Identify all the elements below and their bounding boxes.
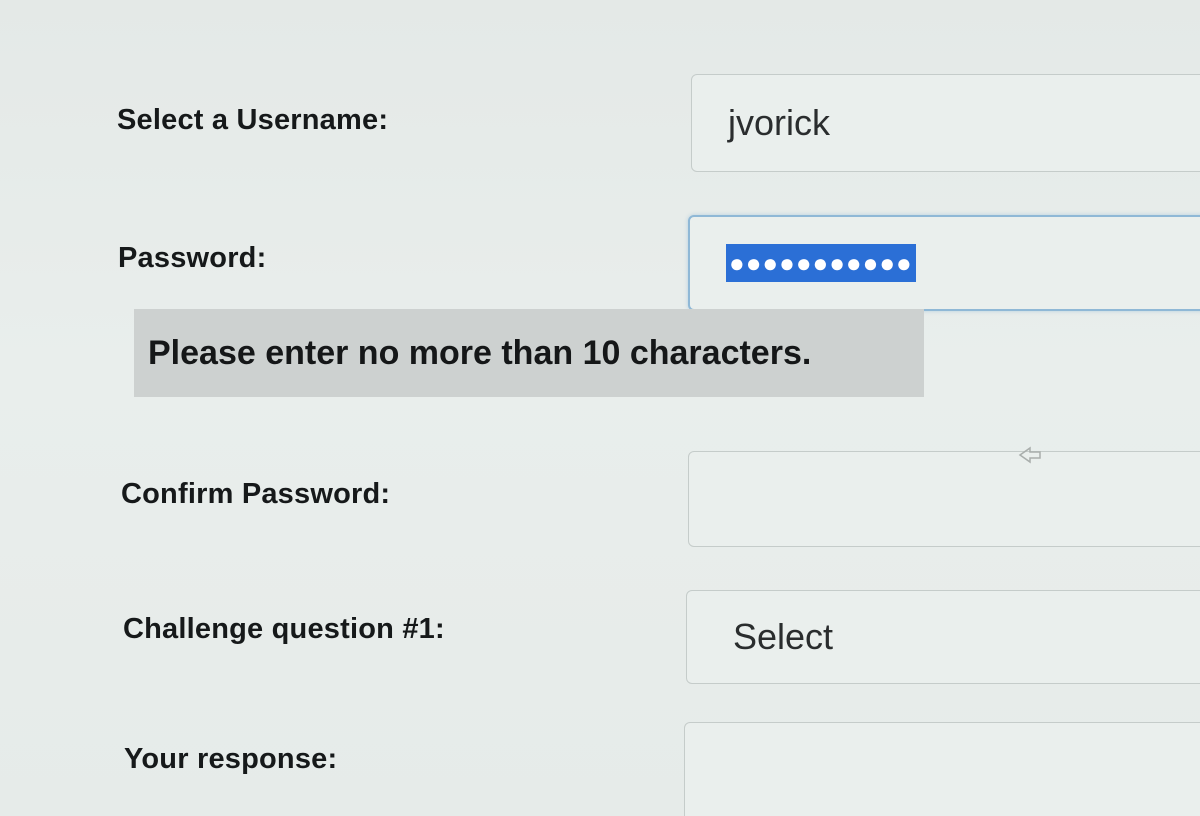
password-label: Password: [118,242,267,274]
validation-tooltip: Please enter no more than 10 characters. [134,309,924,397]
username-value: jvorick [728,102,831,143]
challenge-question-label: Challenge question #1: [123,613,445,645]
confirm-password-field[interactable] [688,451,1200,547]
mouse-pointer-icon [1018,446,1042,464]
confirm-password-label: Confirm Password: [121,478,391,510]
password-masked-value: ●●●●●●●●●●● [726,244,916,282]
challenge-question-select[interactable]: Select [686,590,1200,684]
password-field[interactable]: ●●●●●●●●●●● [688,215,1200,311]
username-label: Select a Username: [117,104,389,136]
response-label: Your response: [124,743,338,775]
challenge-question-selected-option: Select [733,616,834,657]
username-field[interactable]: jvorick [691,74,1200,172]
response-field[interactable] [684,722,1200,816]
